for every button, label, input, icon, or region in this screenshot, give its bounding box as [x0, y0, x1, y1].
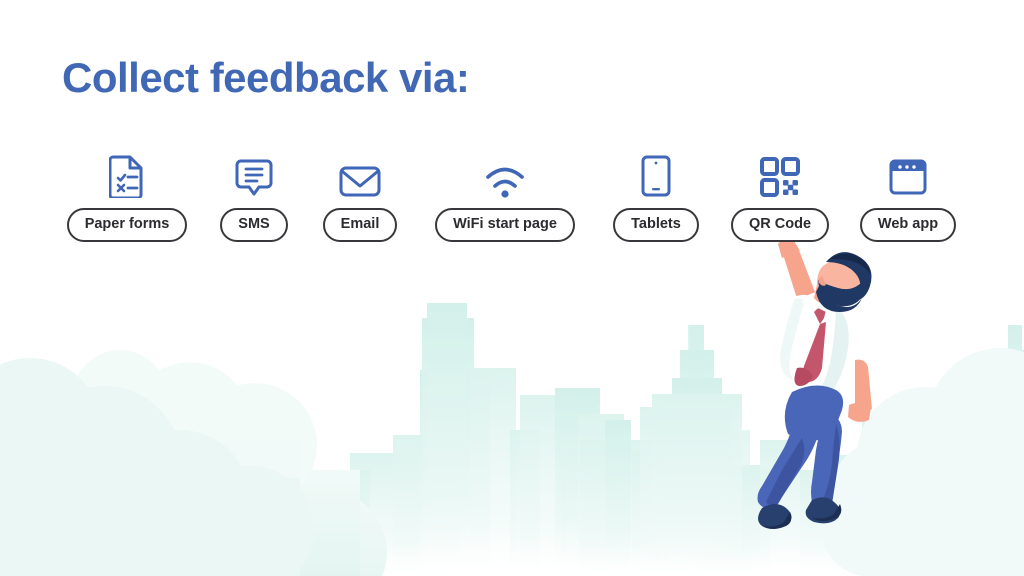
channel-web-app[interactable]: Web app — [859, 150, 957, 242]
channel-pill-email[interactable]: Email — [322, 208, 398, 242]
channel-sms[interactable]: SMS — [220, 150, 288, 242]
tablet-icon — [640, 150, 672, 198]
channel-email[interactable]: Email — [321, 150, 399, 242]
channel-label: SMS — [238, 216, 270, 233]
channel-label: Web app — [877, 216, 939, 233]
channel-qr-code[interactable]: QR Code — [730, 150, 830, 242]
city-skyline-silhouette — [260, 303, 1024, 576]
cloud-bottom-right — [822, 348, 1024, 576]
jumping-businessman-illustration — [757, 239, 872, 529]
slide-canvas: Collect feedback via: Paper forms SMS Em… — [0, 0, 1024, 576]
channel-label: Email — [340, 216, 380, 233]
channel-pill-wifi-start-page[interactable]: WiFi start page — [435, 208, 575, 242]
channel-pill-paper-forms[interactable]: Paper forms — [66, 208, 188, 242]
channel-wifi-start-page[interactable]: WiFi start page — [431, 150, 579, 242]
channel-pill-tablets[interactable]: Tablets — [613, 208, 699, 242]
channel-label: Tablets — [631, 216, 681, 233]
cloud-bottom-left — [0, 350, 387, 576]
channel-label: WiFi start page — [453, 216, 557, 233]
speech-bubble-icon — [235, 150, 273, 198]
channel-tablets[interactable]: Tablets — [613, 150, 699, 242]
channel-list: Paper forms SMS Email WiFi start page Ta… — [0, 150, 1024, 260]
channel-pill-qr-code[interactable]: QR Code — [730, 208, 830, 242]
page-title: Collect feedback via: — [62, 54, 470, 101]
browser-window-icon — [887, 150, 929, 198]
wifi-icon — [484, 150, 526, 198]
document-checklist-icon — [109, 150, 145, 198]
envelope-icon — [338, 150, 382, 198]
qr-code-icon — [759, 150, 801, 198]
channel-paper-forms[interactable]: Paper forms — [64, 150, 190, 242]
channel-pill-sms[interactable]: SMS — [220, 208, 288, 242]
channel-pill-web-app[interactable]: Web app — [859, 208, 957, 242]
channel-label: QR Code — [748, 216, 812, 233]
channel-label: Paper forms — [84, 216, 170, 233]
